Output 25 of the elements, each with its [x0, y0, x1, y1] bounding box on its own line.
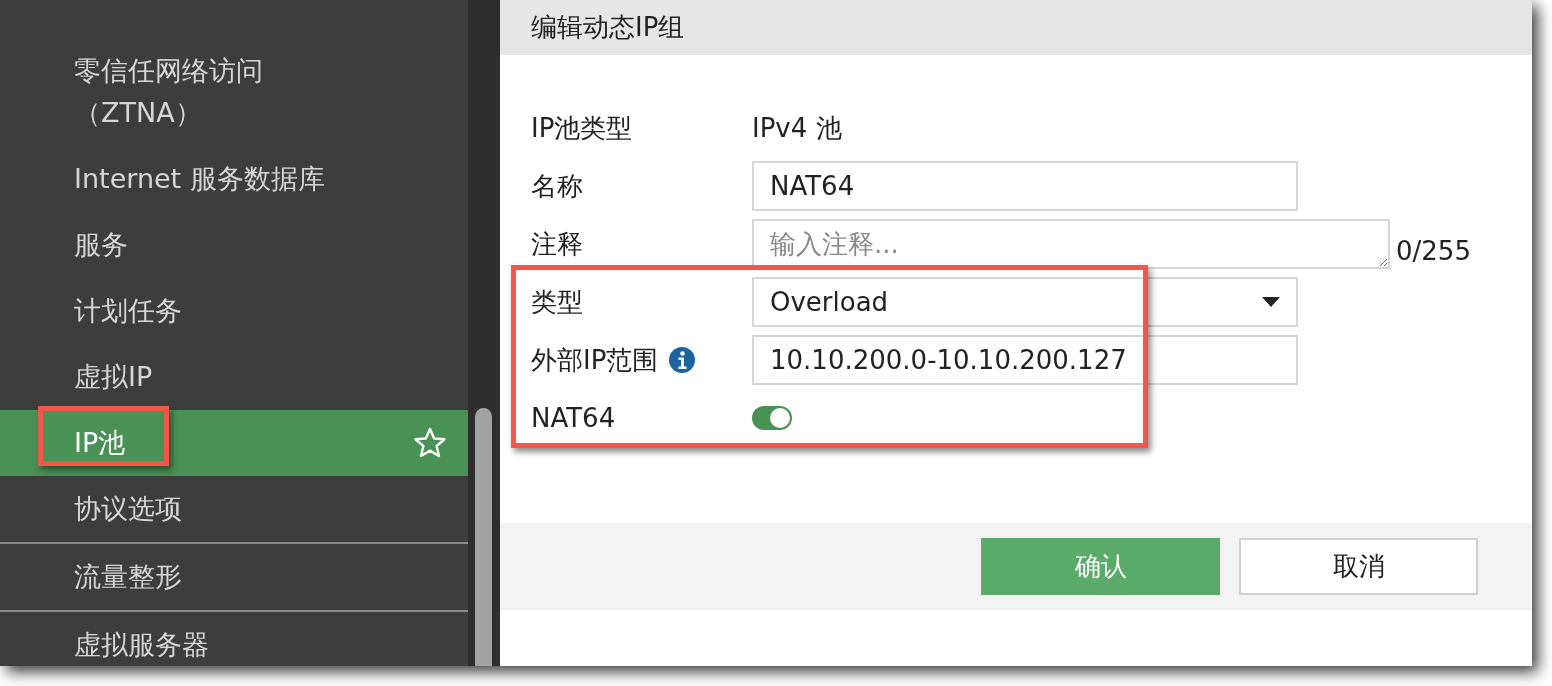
- field-label: 注释: [531, 227, 583, 261]
- sidebar-item[interactable]: Internet 服务数据库: [0, 146, 468, 212]
- dialog-title: 编辑动态IP组: [500, 0, 1532, 55]
- dropdown[interactable]: Overload: [752, 277, 1298, 327]
- field-label: 类型: [531, 285, 583, 319]
- sidebar-item[interactable]: 计划任务: [0, 278, 468, 344]
- sidebar-item[interactable]: 协议选项: [0, 476, 468, 542]
- field-label: 名称: [531, 169, 583, 203]
- input-field[interactable]: NAT64: [752, 161, 1298, 211]
- sidebar-item[interactable]: 零信任网络访问（ZTNA）: [0, 38, 468, 146]
- scrollbar-thumb[interactable]: [475, 408, 492, 666]
- input-field[interactable]: 10.10.200.0-10.10.200.127: [752, 335, 1298, 385]
- toggle-switch[interactable]: [752, 406, 792, 430]
- field-value: IPv4 池: [752, 111, 842, 145]
- field-label: NAT64: [531, 401, 616, 435]
- caret-icon: [1262, 297, 1280, 307]
- sidebar-item[interactable]: 虚拟IP: [0, 344, 468, 410]
- field-label: IP池类型: [531, 111, 633, 145]
- field-label: 外部IP范围: [531, 343, 659, 377]
- character-counter: 0/255: [1396, 235, 1471, 268]
- comment-field[interactable]: 输入注释...: [752, 219, 1390, 269]
- sidebar-item[interactable]: IP池: [0, 410, 468, 476]
- sidebar-item[interactable]: 服务: [0, 212, 468, 278]
- cancel-button[interactable]: 取消: [1239, 538, 1478, 595]
- star-icon[interactable]: [414, 427, 446, 459]
